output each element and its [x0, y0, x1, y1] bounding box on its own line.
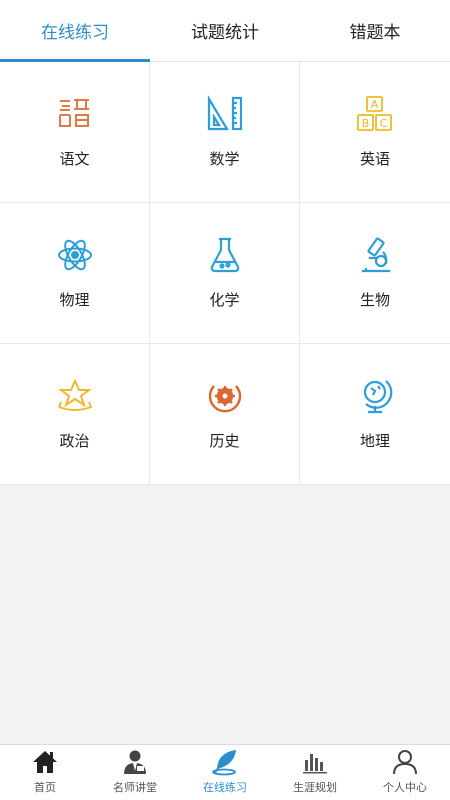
microscope-icon: [355, 235, 395, 275]
subject-politics[interactable]: 政治: [0, 344, 150, 485]
ruler-triangle-icon: [205, 94, 245, 134]
quill-icon: [210, 747, 240, 777]
tab-exam-statistics[interactable]: 试题统计: [150, 0, 300, 61]
tab-online-practice[interactable]: 在线练习: [0, 0, 150, 62]
nav-label: 首页: [34, 781, 56, 794]
gear-icon: [205, 376, 245, 416]
abc-blocks-icon: A B C: [355, 94, 395, 134]
subject-label: 化学: [209, 291, 240, 309]
person-icon: [390, 747, 420, 777]
atom-icon: [55, 235, 95, 275]
subject-math[interactable]: 数学: [150, 62, 300, 203]
star-icon: [55, 376, 95, 416]
chinese-icon: [55, 94, 95, 134]
subject-label: 英语: [359, 150, 390, 168]
nav-home[interactable]: 首页: [0, 745, 90, 800]
tab-wrong-answers[interactable]: 错题本: [300, 0, 450, 61]
svg-text:B: B: [362, 117, 370, 130]
svg-text:C: C: [380, 117, 388, 130]
subject-physics[interactable]: 物理: [0, 203, 150, 344]
flask-icon: [205, 235, 245, 275]
svg-text:A: A: [371, 98, 379, 111]
subject-chinese[interactable]: 语文: [0, 62, 150, 203]
bar-chart-icon: [300, 747, 330, 777]
top-tab-bar: 在线练习 试题统计 错题本: [0, 0, 450, 62]
nav-label: 生涯规划: [293, 781, 337, 794]
subject-label: 政治: [59, 432, 90, 450]
subject-label: 地理: [359, 432, 390, 450]
nav-online-practice[interactable]: 在线练习: [180, 745, 270, 800]
subject-label: 生物: [359, 291, 390, 309]
nav-famous-teacher[interactable]: 名师讲堂: [90, 745, 180, 800]
subject-grid: 语文 数学 A B C 英语 物理 化学 生物 政治 历史 地理: [0, 62, 450, 485]
subject-biology[interactable]: 生物: [300, 203, 450, 344]
globe-icon: [355, 376, 395, 416]
nav-personal-center[interactable]: 个人中心: [360, 745, 450, 800]
bottom-nav-bar: 首页 名师讲堂 在线练习 生涯规划 个人中心: [0, 744, 450, 800]
teacher-icon: [120, 747, 150, 777]
nav-label: 名师讲堂: [113, 781, 157, 794]
home-icon: [30, 747, 60, 777]
subject-label: 物理: [59, 291, 90, 309]
nav-label: 在线练习: [203, 781, 247, 794]
subject-geography[interactable]: 地理: [300, 344, 450, 485]
subject-english[interactable]: A B C 英语: [300, 62, 450, 203]
subject-label: 数学: [209, 150, 240, 168]
subject-chemistry[interactable]: 化学: [150, 203, 300, 344]
nav-career-planning[interactable]: 生涯规划: [270, 745, 360, 800]
subject-label: 历史: [209, 432, 240, 450]
nav-label: 个人中心: [383, 781, 427, 794]
subject-label: 语文: [59, 150, 90, 168]
subject-history[interactable]: 历史: [150, 344, 300, 485]
